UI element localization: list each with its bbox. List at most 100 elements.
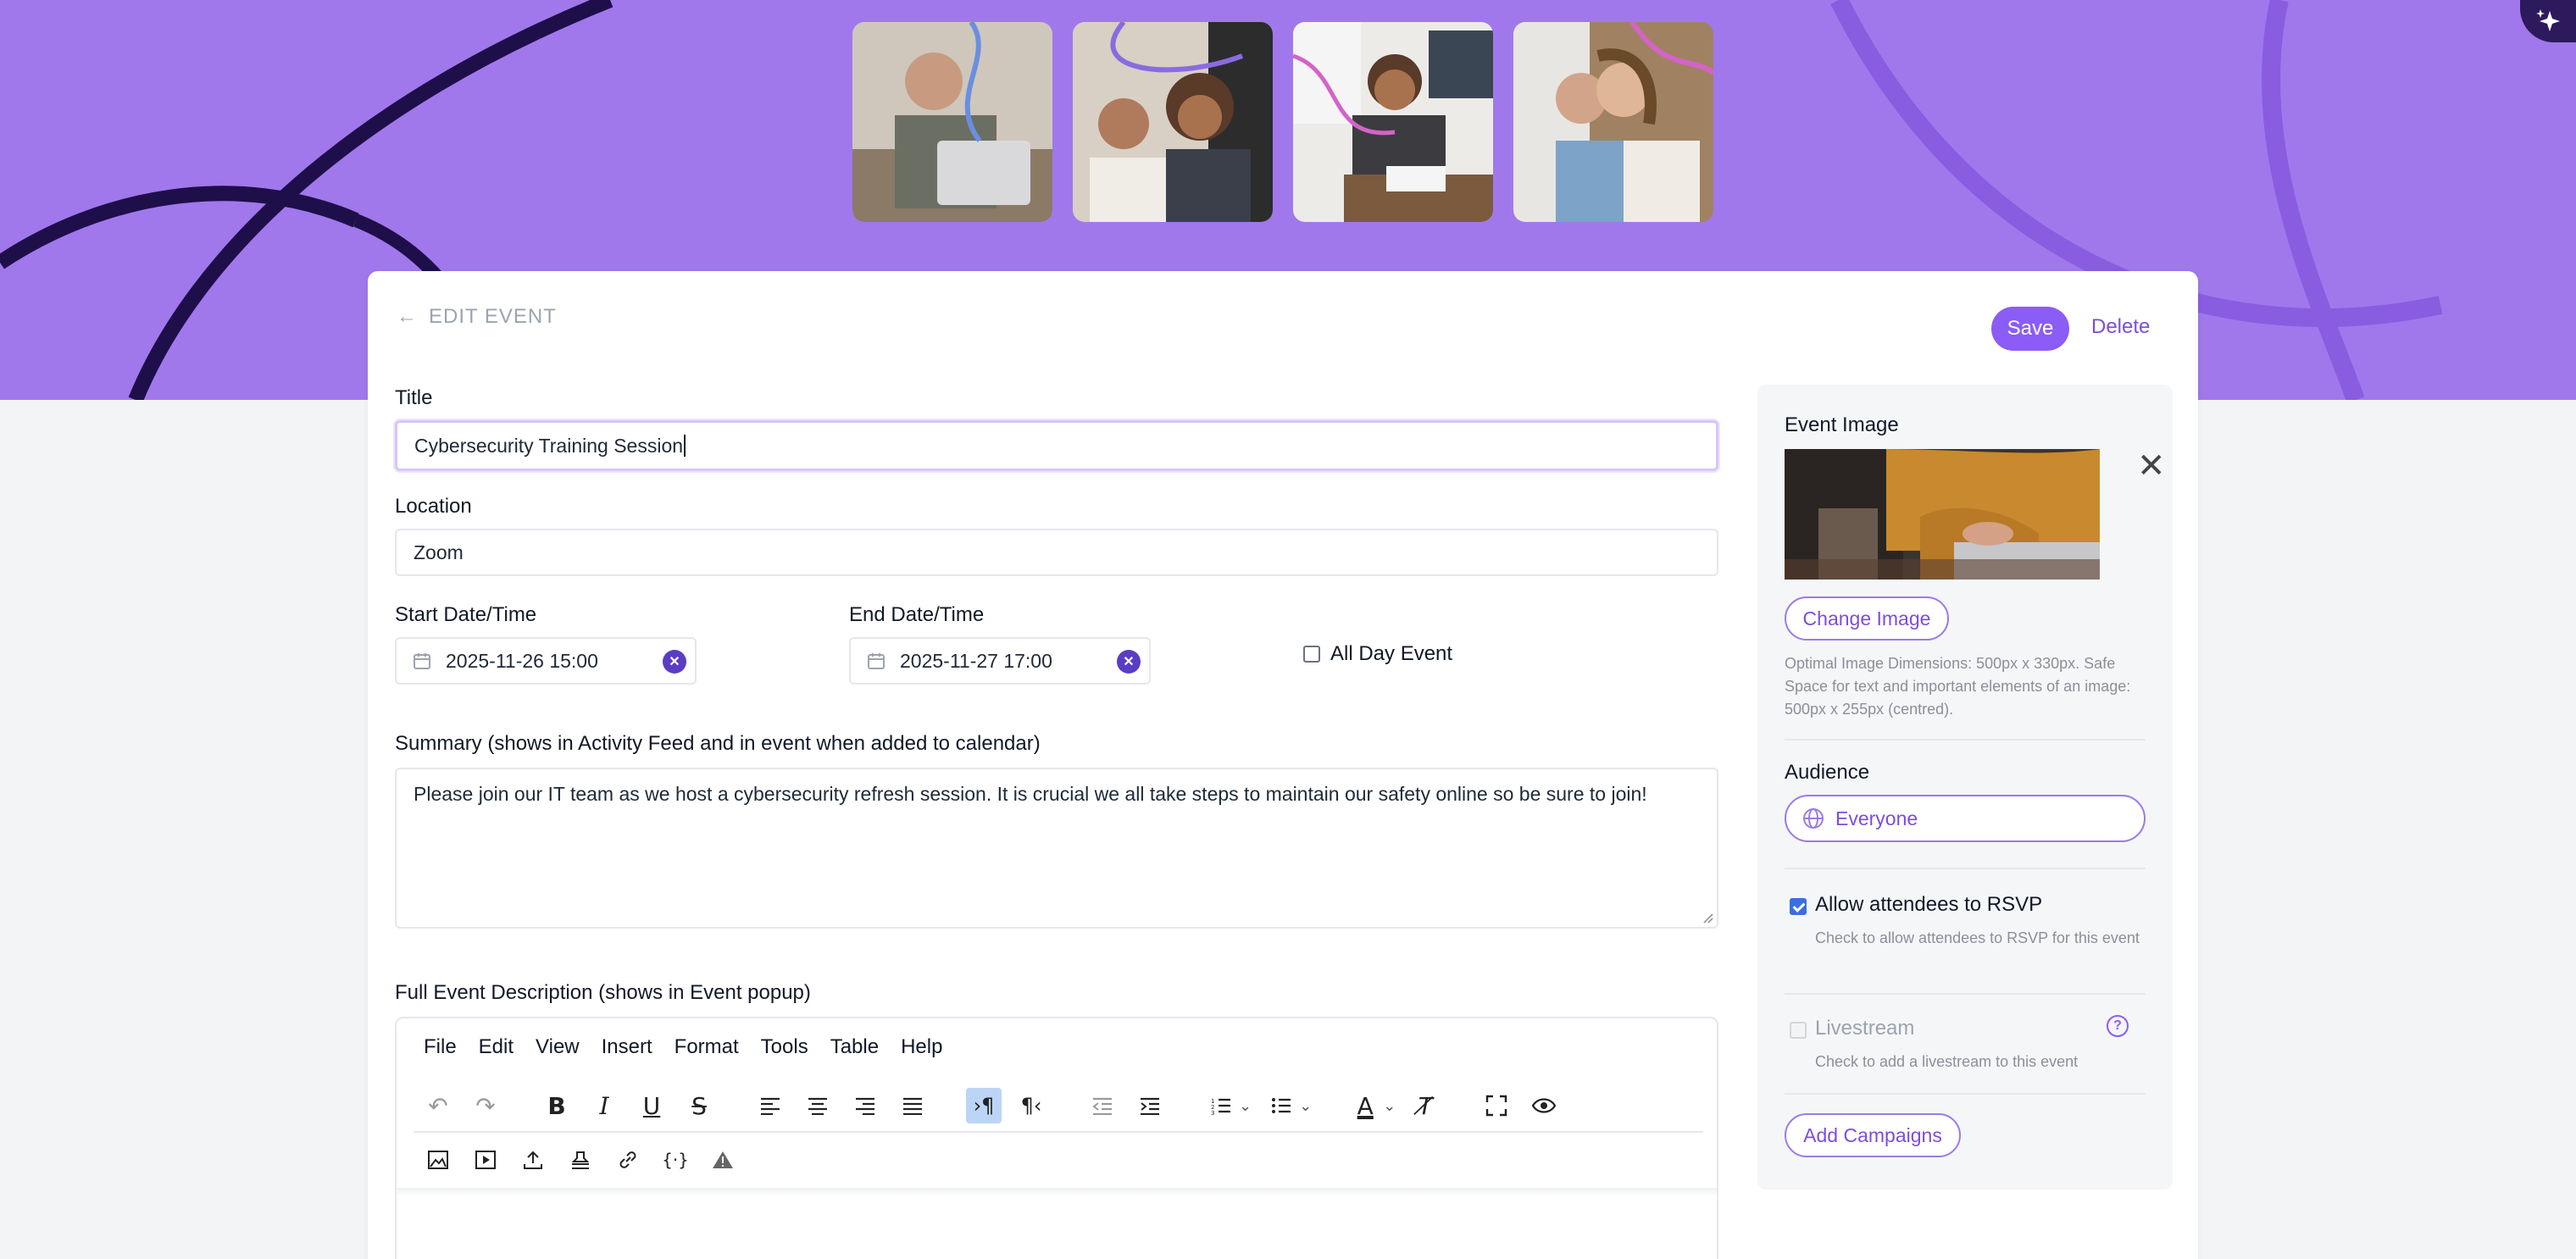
arrow-left-icon: ← (397, 305, 417, 328)
underline-icon[interactable]: U (634, 1088, 669, 1123)
banner-photo-1 (852, 22, 1052, 222)
event-image-label: Event Image (1785, 413, 1899, 436)
calendar-icon (414, 653, 430, 669)
add-campaigns-button[interactable]: Add Campaigns (1785, 1113, 1961, 1157)
back-link[interactable]: ← EDIT EVENT (397, 305, 557, 329)
undo-icon[interactable]: ↶ (420, 1088, 456, 1123)
rsvp-label: Allow attendees to RSVP (1815, 893, 2043, 916)
stamp-icon[interactable] (563, 1142, 598, 1178)
link-icon[interactable] (610, 1142, 646, 1178)
livestream-label: Livestream (1815, 1017, 1915, 1040)
image-dimensions-hint: Optimal Image Dimensions: 500px x 330px.… (1785, 655, 2131, 718)
summary-label: Summary (shows in Activity Feed and in e… (395, 732, 1041, 755)
event-image-preview (1785, 449, 2100, 580)
summary-textarea[interactable]: Please join our IT team as we host a cyb… (395, 768, 1718, 929)
upload-icon[interactable] (515, 1142, 551, 1178)
insert-media-icon[interactable] (468, 1142, 503, 1178)
chevron-down-icon[interactable]: ⌄ (1383, 1097, 1396, 1115)
align-center-icon[interactable] (800, 1088, 836, 1123)
editor-menubar: File Edit View Insert Format Tools Table… (424, 1035, 942, 1059)
code-variable-icon[interactable]: {·} (658, 1142, 693, 1178)
rsvp-hint: Check to allow attendees to RSVP for thi… (1815, 929, 2140, 946)
rich-text-editor[interactable]: File Edit View Insert Format Tools Table… (395, 1017, 1718, 1259)
menu-help[interactable]: Help (901, 1035, 942, 1059)
menu-tools[interactable]: Tools (761, 1035, 808, 1059)
align-justify-icon[interactable] (895, 1088, 930, 1123)
end-datetime-input[interactable]: 2025-11-27 17:00 ✕ (849, 637, 1151, 685)
fullscreen-icon[interactable] (1479, 1088, 1514, 1123)
livestream-checkbox[interactable] (1790, 1022, 1807, 1039)
preview-eye-icon[interactable] (1526, 1088, 1562, 1123)
change-image-button[interactable]: Change Image (1785, 596, 1949, 641)
editor-toolbar-row-2: {·} (420, 1142, 752, 1178)
toolbar-shadow (397, 1188, 1717, 1196)
menu-file[interactable]: File (424, 1035, 457, 1059)
audience-label: Audience (1785, 761, 1870, 784)
bullet-list-icon[interactable] (1263, 1088, 1299, 1123)
end-datetime-value: 2025-11-27 17:00 (900, 649, 1052, 672)
menu-view[interactable]: View (536, 1035, 580, 1059)
align-left-icon[interactable] (752, 1088, 788, 1123)
close-icon[interactable]: ✕ (2137, 449, 2166, 483)
rtl-direction-icon[interactable]: ¶‹ (1013, 1088, 1049, 1123)
svg-text:3: 3 (1211, 1110, 1214, 1115)
all-day-label: All Day Event (1330, 642, 1453, 665)
banner-photo-2 (1073, 22, 1273, 222)
start-datetime-input[interactable]: 2025-11-26 15:00 ✕ (395, 637, 697, 685)
editor-toolbar-row-1: ↶ ↷ B I U S ›¶ ¶‹ 123 ⌄ ⌄ A ⌄ T̸ (420, 1088, 1574, 1123)
chevron-down-icon[interactable]: ⌄ (1299, 1097, 1312, 1115)
chevron-down-icon[interactable]: ⌄ (1239, 1097, 1252, 1115)
banner-photo-3 (1293, 22, 1493, 222)
sidebar-panel: Event Image ✕ Change Image Optimal Image… (1757, 385, 2173, 1190)
audience-select[interactable]: Everyone (1785, 795, 2146, 842)
location-label: Location (395, 495, 472, 518)
start-datetime-value: 2025-11-26 15:00 (446, 649, 598, 672)
menu-table[interactable]: Table (830, 1035, 879, 1059)
indent-icon[interactable] (1132, 1088, 1168, 1123)
globe-icon (1803, 808, 1824, 829)
clear-formatting-icon[interactable]: T̸ (1407, 1088, 1443, 1123)
divider (1785, 1093, 2146, 1095)
start-datetime-label: Start Date/Time (395, 603, 537, 626)
save-button[interactable]: Save (1991, 307, 2069, 351)
toolbar-divider (414, 1131, 1703, 1133)
insert-image-icon[interactable] (420, 1142, 456, 1178)
divider (1785, 868, 2146, 869)
title-input-value: Cybersecurity Training Session (414, 434, 684, 457)
resize-handle-icon[interactable] (1702, 912, 1713, 923)
clear-end-date-icon[interactable]: ✕ (1117, 650, 1141, 674)
description-label: Full Event Description (shows in Event p… (395, 981, 811, 1004)
menu-edit[interactable]: Edit (479, 1035, 514, 1059)
edit-event-card: ← EDIT EVENT Save Delete Title Cybersecu… (368, 271, 2198, 1259)
numbered-list-icon[interactable]: 123 (1203, 1088, 1239, 1123)
calendar-icon (868, 653, 885, 669)
livestream-hint: Check to add a livestream to this event (1815, 1053, 2079, 1070)
summary-value: Please join our IT team as we host a cyb… (414, 783, 1647, 805)
title-label: Title (395, 386, 433, 409)
delete-button[interactable]: Delete (2091, 315, 2150, 339)
page-title: EDIT EVENT (429, 305, 557, 328)
align-right-icon[interactable] (847, 1088, 883, 1123)
warning-icon[interactable] (705, 1142, 741, 1178)
audience-value: Everyone (1835, 807, 1918, 829)
outdent-icon[interactable] (1085, 1088, 1120, 1123)
menu-format[interactable]: Format (675, 1035, 739, 1059)
redo-icon[interactable]: ↷ (468, 1088, 503, 1123)
rsvp-checkbox[interactable] (1790, 898, 1807, 915)
text-caret (684, 435, 686, 457)
help-icon[interactable]: ? (2107, 1015, 2129, 1037)
bold-icon[interactable]: B (539, 1088, 575, 1123)
title-input[interactable]: Cybersecurity Training Session (395, 420, 1718, 471)
clear-start-date-icon[interactable]: ✕ (663, 650, 686, 674)
strikethrough-icon[interactable]: S (681, 1088, 717, 1123)
italic-icon[interactable]: I (586, 1088, 622, 1123)
location-input[interactable]: Zoom (395, 529, 1718, 576)
location-input-value: Zoom (414, 541, 464, 563)
text-color-icon[interactable]: A (1347, 1088, 1383, 1123)
sparkle-icon (2536, 9, 2560, 31)
banner-photo-4 (1513, 22, 1713, 222)
menu-insert[interactable]: Insert (602, 1035, 652, 1059)
ltr-direction-icon[interactable]: ›¶ (966, 1088, 1002, 1123)
divider (1785, 993, 2146, 995)
all-day-checkbox[interactable] (1303, 646, 1320, 663)
